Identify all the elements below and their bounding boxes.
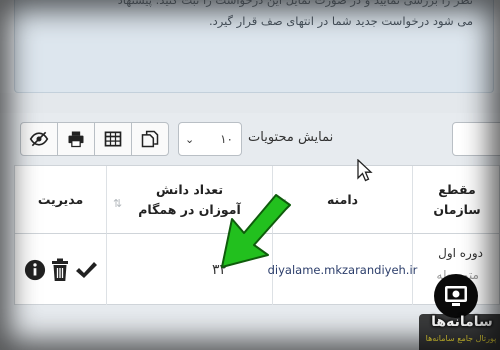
print-button[interactable] bbox=[57, 122, 95, 156]
table-icon bbox=[104, 131, 122, 147]
header-domain[interactable]: ⇅ دامنه bbox=[273, 166, 413, 234]
header-level-label: مقطع سازمان bbox=[433, 181, 481, 217]
watermark-name: سامانه‌ها bbox=[431, 314, 493, 330]
green-arrow-annotation bbox=[221, 194, 291, 268]
search-input[interactable] bbox=[452, 122, 500, 156]
print-icon bbox=[68, 131, 84, 148]
header-manage-label: مدیریت bbox=[37, 191, 84, 207]
section-divider bbox=[0, 93, 500, 113]
level-value: دوره اول bbox=[438, 246, 483, 260]
excel-export-button[interactable] bbox=[94, 122, 132, 156]
header-domain-label: دامنه bbox=[326, 191, 359, 207]
delete-icon[interactable] bbox=[50, 258, 70, 282]
header-manage[interactable]: مدیریت bbox=[15, 166, 107, 234]
chevron-down-icon: ⌄ bbox=[185, 132, 195, 146]
watermark-emblem-icon bbox=[434, 274, 478, 318]
watermark-logo: سامانه‌ها پورتال جامع سامانه‌ها bbox=[419, 266, 500, 350]
table-toolbar bbox=[20, 122, 169, 156]
notice-line-1: نظر را بررسی نمایید و در صورت تمایل این … bbox=[117, 0, 473, 7]
visibility-icon bbox=[29, 131, 49, 147]
page-size-value: ۱۰ bbox=[220, 132, 233, 146]
info-notice: نظر را بررسی نمایید و در صورت تمایل این … bbox=[14, 0, 494, 93]
header-level[interactable]: مقطع سازمان bbox=[413, 166, 500, 234]
copy-button[interactable] bbox=[131, 122, 169, 156]
column-visibility-button[interactable] bbox=[20, 122, 58, 156]
info-icon[interactable] bbox=[24, 259, 46, 281]
watermark-subtitle: پورتال جامع سامانه‌ها bbox=[425, 334, 497, 343]
mouse-cursor-icon bbox=[357, 159, 373, 182]
row-actions-cell bbox=[15, 234, 107, 305]
show-entries-label: نمایش محتویات bbox=[248, 130, 334, 145]
sort-icon: ⇅ bbox=[113, 197, 123, 210]
check-icon[interactable] bbox=[74, 259, 98, 281]
domain-cell: diyalame.mkzarandiyeh.ir bbox=[268, 234, 417, 305]
copy-icon bbox=[141, 130, 159, 148]
notice-line-2: می شود درخواست جدید شما در انتهای صف قرا… bbox=[208, 14, 473, 28]
page-size-select[interactable]: ⌄ ۱۰ bbox=[178, 122, 242, 156]
